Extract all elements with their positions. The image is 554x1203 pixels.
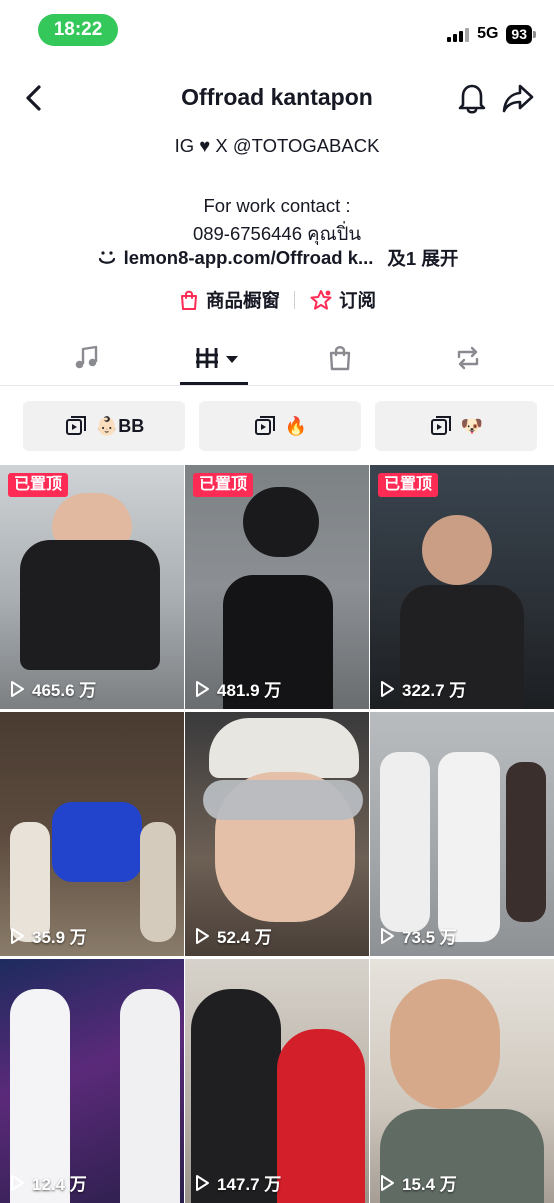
play-icon	[196, 927, 209, 944]
collections-row: 👶🏻BB 🔥 🐶	[0, 401, 554, 451]
view-count: 15.4 万	[378, 1170, 457, 1195]
star-badge-icon	[310, 290, 332, 310]
thumbnail-image	[209, 718, 359, 778]
play-icon	[196, 1174, 209, 1191]
subscribe-button[interactable]: 订阅	[309, 287, 376, 313]
thumbnail-image	[52, 802, 142, 882]
share-icon	[502, 84, 534, 113]
video-thumbnail[interactable]: 52.4 万	[185, 712, 369, 956]
view-count-text: 465.6 万	[32, 681, 97, 700]
play-icon	[11, 680, 24, 697]
video-thumbnail[interactable]: 12.4 万	[0, 959, 184, 1203]
thumbnail-image	[20, 540, 160, 670]
thumbnail-image	[506, 762, 546, 922]
thumbnail-image	[203, 780, 363, 820]
view-count-text: 52.4 万	[217, 928, 272, 947]
pinned-badge: 已置顶	[8, 473, 69, 497]
thumbnail-image	[120, 989, 180, 1203]
collection-label: 🐶	[460, 415, 484, 436]
tab-shop[interactable]	[310, 340, 370, 376]
status-bar: 18:22 5G 93	[0, 0, 554, 62]
tab-music[interactable]	[56, 340, 116, 376]
thumbnail-image	[390, 979, 500, 1109]
profile-actions: 商品橱窗 订阅	[0, 287, 554, 313]
view-count-text: 322.7 万	[402, 681, 467, 700]
collection-item[interactable]: 🐶	[375, 401, 537, 451]
video-thumbnail[interactable]: 15.4 万	[370, 959, 554, 1203]
view-count-text: 35.9 万	[32, 928, 87, 947]
status-time: 18:22	[38, 14, 118, 46]
active-tab-indicator	[180, 382, 248, 385]
subscribe-label: 订阅	[339, 290, 377, 311]
video-thumbnail[interactable]: 已置顶 322.7 万	[370, 465, 554, 709]
playlist-icon	[65, 416, 86, 435]
view-count: 465.6 万	[8, 676, 96, 701]
view-count: 147.7 万	[193, 1170, 281, 1195]
view-count: 322.7 万	[378, 676, 466, 701]
play-icon	[381, 927, 394, 944]
notification-button[interactable]	[454, 80, 490, 116]
thumbnail-image	[438, 752, 500, 942]
view-count-text: 12.4 万	[32, 1175, 87, 1194]
video-thumbnail[interactable]: 73.5 万	[370, 712, 554, 956]
video-thumbnail[interactable]: 35.9 万	[0, 712, 184, 956]
thumbnail-image	[140, 822, 176, 942]
view-count-text: 73.5 万	[402, 928, 457, 947]
link-icon	[98, 251, 115, 264]
view-count-text: 147.7 万	[217, 1175, 282, 1194]
battery-level: 93	[506, 24, 536, 44]
view-count-text: 15.4 万	[402, 1175, 457, 1194]
video-thumbnail[interactable]: 147.7 万	[185, 959, 369, 1203]
playlist-icon	[430, 416, 451, 435]
thumbnail-image	[380, 752, 430, 932]
shopping-bag-icon	[180, 290, 197, 310]
bio-expand[interactable]: 及1 展开	[387, 245, 458, 271]
view-count: 12.4 万	[8, 1170, 87, 1195]
divider	[294, 291, 295, 309]
pinned-badge: 已置顶	[193, 473, 254, 497]
collection-label: 👶🏻BB	[95, 415, 145, 436]
play-icon	[381, 1174, 394, 1191]
repost-icon	[457, 346, 479, 370]
tab-reposts[interactable]	[438, 340, 498, 376]
collection-item[interactable]: 👶🏻BB	[23, 401, 185, 451]
bell-icon	[458, 84, 486, 114]
thumbnail-image	[277, 1029, 365, 1203]
content-tabs	[0, 330, 554, 386]
video-thumbnail[interactable]: 已置顶 481.9 万	[185, 465, 369, 709]
play-icon	[11, 927, 24, 944]
playlist-icon	[254, 416, 275, 435]
grid-icon	[196, 348, 238, 368]
view-count: 481.9 万	[193, 676, 281, 701]
thumbnail-image	[243, 487, 319, 557]
bag-icon	[329, 346, 351, 371]
signal-icon	[447, 26, 470, 42]
pinned-badge: 已置顶	[378, 473, 439, 497]
top-nav: Offroad kantapon	[0, 62, 554, 134]
play-icon	[196, 680, 209, 697]
view-count: 73.5 万	[378, 923, 457, 948]
bio-link-row: lemon8-app.com/Offroad k... 及1 展开	[0, 245, 554, 271]
collection-label: 🔥	[284, 415, 308, 436]
play-icon	[381, 680, 394, 697]
view-count: 52.4 万	[193, 923, 272, 948]
music-icon	[75, 345, 98, 369]
view-count: 35.9 万	[8, 923, 87, 948]
status-indicators: 5G 93	[447, 24, 536, 44]
tab-videos[interactable]	[184, 340, 244, 376]
network-type: 5G	[477, 25, 499, 42]
play-icon	[11, 1174, 24, 1191]
view-count-text: 481.9 万	[217, 681, 282, 700]
share-button[interactable]	[500, 80, 536, 116]
collection-item[interactable]: 🔥	[199, 401, 361, 451]
bio-contact-label: For work contact :	[203, 195, 351, 216]
shop-showcase-button[interactable]: 商品橱窗	[178, 287, 280, 313]
bio-link[interactable]: lemon8-app.com/Offroad k...	[124, 247, 374, 269]
thumbnail-image	[422, 515, 492, 585]
video-thumbnail[interactable]: 已置顶 465.6 万	[0, 465, 184, 709]
shop-label: 商品橱窗	[205, 290, 280, 311]
bio-social: IG ♥ X @TOTOGABACK	[174, 135, 380, 156]
